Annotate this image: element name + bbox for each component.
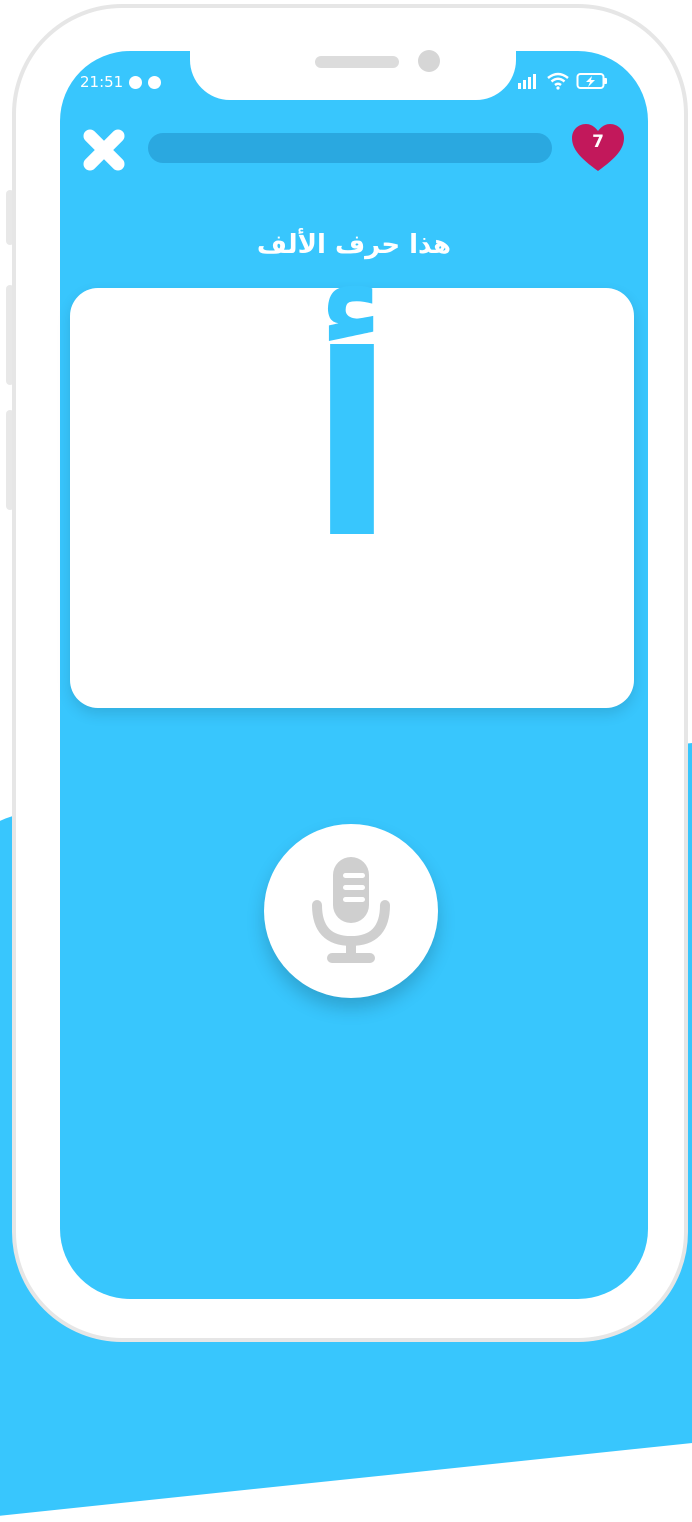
arabic-letter: أ (309, 302, 395, 593)
lives-indicator: 7 (570, 122, 626, 174)
notification-icon (148, 75, 162, 89)
lives-count: 7 (592, 132, 604, 152)
status-time: 21:51 (80, 73, 124, 91)
lesson-prompt: هذا حرف الألف (256, 230, 452, 260)
close-x-icon (83, 129, 125, 171)
close-button[interactable] (80, 126, 128, 174)
microphone-icon (312, 857, 390, 963)
status-bar-right (516, 72, 608, 90)
letter-card: أ (70, 288, 634, 708)
progress-bar (148, 133, 552, 163)
status-bar-left: 21:51 (80, 73, 162, 91)
wifi-icon (547, 72, 569, 90)
phone-camera (418, 50, 440, 72)
signal-icon (518, 74, 536, 89)
lesson-top-bar: 7 (60, 120, 648, 180)
record-button[interactable] (264, 824, 438, 998)
phone-speaker (315, 56, 399, 68)
notification-icon (129, 75, 143, 89)
battery-charging-icon (576, 73, 607, 89)
